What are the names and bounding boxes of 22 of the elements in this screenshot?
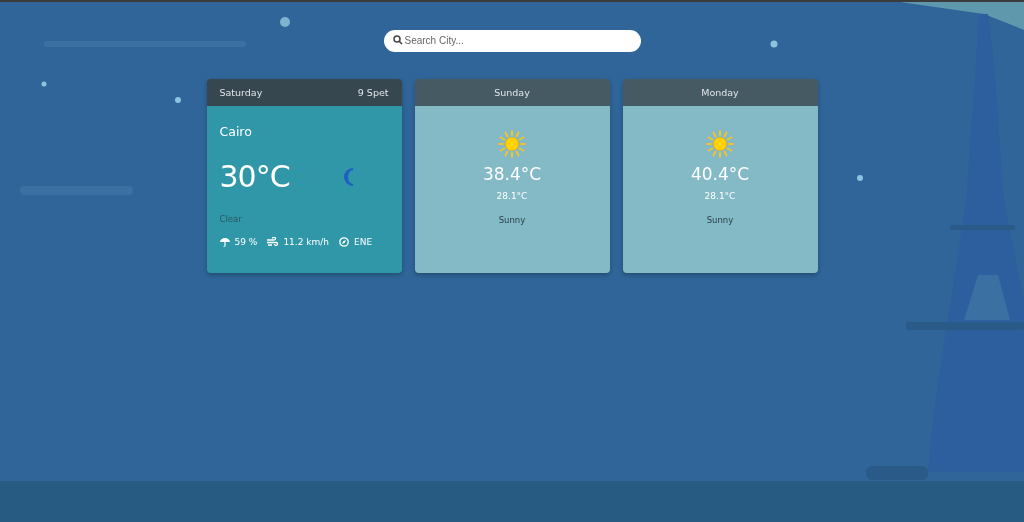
high-temperature: 40.4°C bbox=[690, 164, 750, 184]
low-temperature: 28.1°C bbox=[704, 191, 736, 201]
wind-icon bbox=[267, 237, 279, 247]
low-temperature: 28.1°C bbox=[496, 191, 528, 201]
direction-value: ENE bbox=[354, 237, 373, 247]
umbrella-icon bbox=[219, 237, 230, 247]
condition-label: Clear bbox=[219, 214, 243, 224]
humidity-value: 59 % bbox=[234, 237, 258, 247]
compass-icon bbox=[339, 237, 349, 247]
wind-value: 11.2 km/h bbox=[283, 237, 329, 247]
city-name: Cairo bbox=[219, 124, 253, 139]
day-label: Sunday bbox=[494, 87, 530, 98]
sun-icon bbox=[497, 129, 527, 159]
date-label: 9 Spet bbox=[357, 87, 389, 98]
sun-icon bbox=[705, 129, 735, 159]
day-label: Monday bbox=[701, 87, 739, 98]
condition-label: Sunny bbox=[706, 215, 734, 225]
condition-label: Sunny bbox=[498, 215, 526, 225]
temperature: 30°C bbox=[219, 159, 290, 194]
search-icon bbox=[392, 35, 403, 45]
high-temperature: 38.4°C bbox=[482, 164, 542, 184]
day-label: Saturday bbox=[219, 87, 263, 98]
